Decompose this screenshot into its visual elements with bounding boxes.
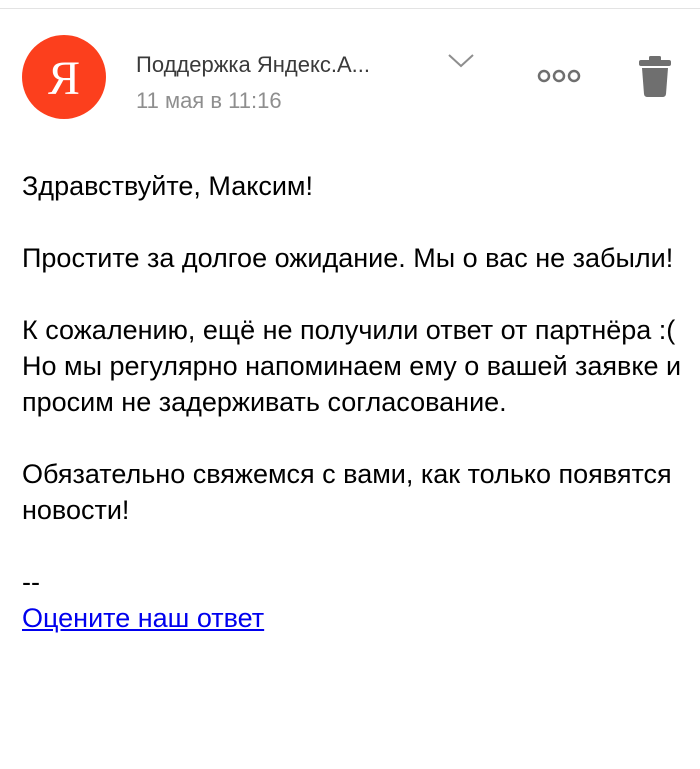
avatar-letter: Я [47,52,80,105]
message-header: Я Поддержка Яндекс.А... 11 мая в 11:16 [0,0,700,130]
status-line-1: К сожалению, ещё не получили ответ от па… [22,315,676,345]
sender-avatar[interactable]: Я [22,35,106,119]
chevron-down-icon[interactable] [446,51,476,71]
status-paragraph: К сожалению, ещё не получили ответ от па… [22,312,682,420]
rate-answer-link[interactable]: Оцените наш ответ [22,603,264,633]
signature-separator: -- [22,567,40,597]
message-date: 11 мая в 11:16 [136,88,282,113]
status-line-2: Но мы регулярно напоминаем ему о вашей з… [22,351,682,417]
message-body: Здравствуйте, Максим! Простите за долгое… [22,168,682,636]
greeting: Здравствуйте, Максим! [22,171,313,201]
followup-paragraph: Обязательно свяжемся с вами, как только … [22,459,672,525]
more-options-icon[interactable] [536,66,582,86]
apology-paragraph: Простите за долгое ожидание. Мы о вас не… [22,243,674,273]
sender-name[interactable]: Поддержка Яндекс.А... [136,52,370,78]
trash-icon[interactable] [638,54,672,98]
